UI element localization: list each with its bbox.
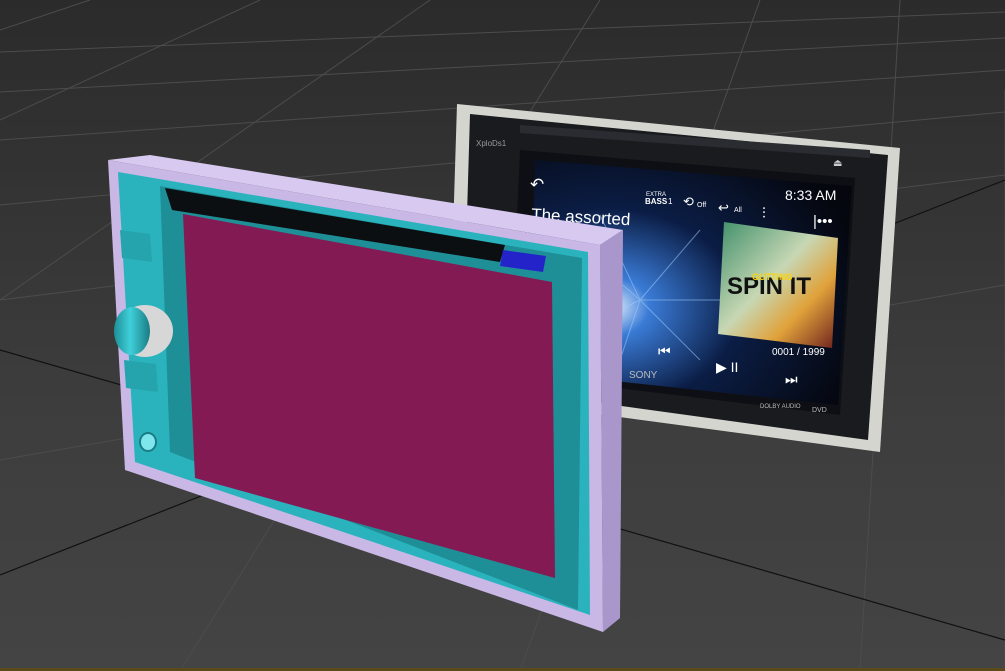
- clock: 8:33 AM: [785, 187, 836, 203]
- album-art-subtitle: GUTTING: [752, 272, 793, 282]
- brand-top-left: XploDs1: [476, 139, 507, 148]
- extra-bass-value: 1: [668, 197, 673, 206]
- menu-icon: |•••: [813, 213, 833, 230]
- scene-svg: XploDs1 ↶ The assorted EXTRA BASS 1 ⟲ Of…: [0, 0, 1005, 671]
- play-pause-icon: ▶ II: [716, 359, 738, 375]
- eject-icon: ⏏: [833, 158, 842, 169]
- shuffle-label: All: [734, 207, 742, 214]
- repeat-label: Off: [697, 202, 706, 209]
- side-button-2[interactable]: [124, 360, 158, 392]
- side-button-1[interactable]: [120, 230, 152, 262]
- frame-right-face: [600, 230, 623, 632]
- prev-icon: ⏮: [658, 343, 671, 359]
- volume-knob[interactable]: [114, 307, 150, 355]
- extra-bass-line2: BASS: [645, 197, 668, 206]
- next-icon: ⏭: [785, 371, 798, 387]
- track-counter: 0001 / 1999: [772, 347, 825, 358]
- back-icon: ↶: [530, 175, 544, 194]
- shuffle-icon: ↩: [718, 200, 729, 215]
- brand-bottom: SONY: [629, 370, 658, 381]
- footer-badges: DOLBY AUDIO: [760, 404, 801, 410]
- eq-icon: ⫶: [762, 205, 766, 222]
- repeat-icon: ⟲: [683, 194, 694, 209]
- head-unit-frame-model[interactable]: [108, 155, 623, 632]
- dvd-badge: DVD: [812, 407, 827, 414]
- aux-port[interactable]: [139, 432, 157, 452]
- 3d-viewport[interactable]: XploDs1 ↶ The assorted EXTRA BASS 1 ⟲ Of…: [0, 0, 1005, 671]
